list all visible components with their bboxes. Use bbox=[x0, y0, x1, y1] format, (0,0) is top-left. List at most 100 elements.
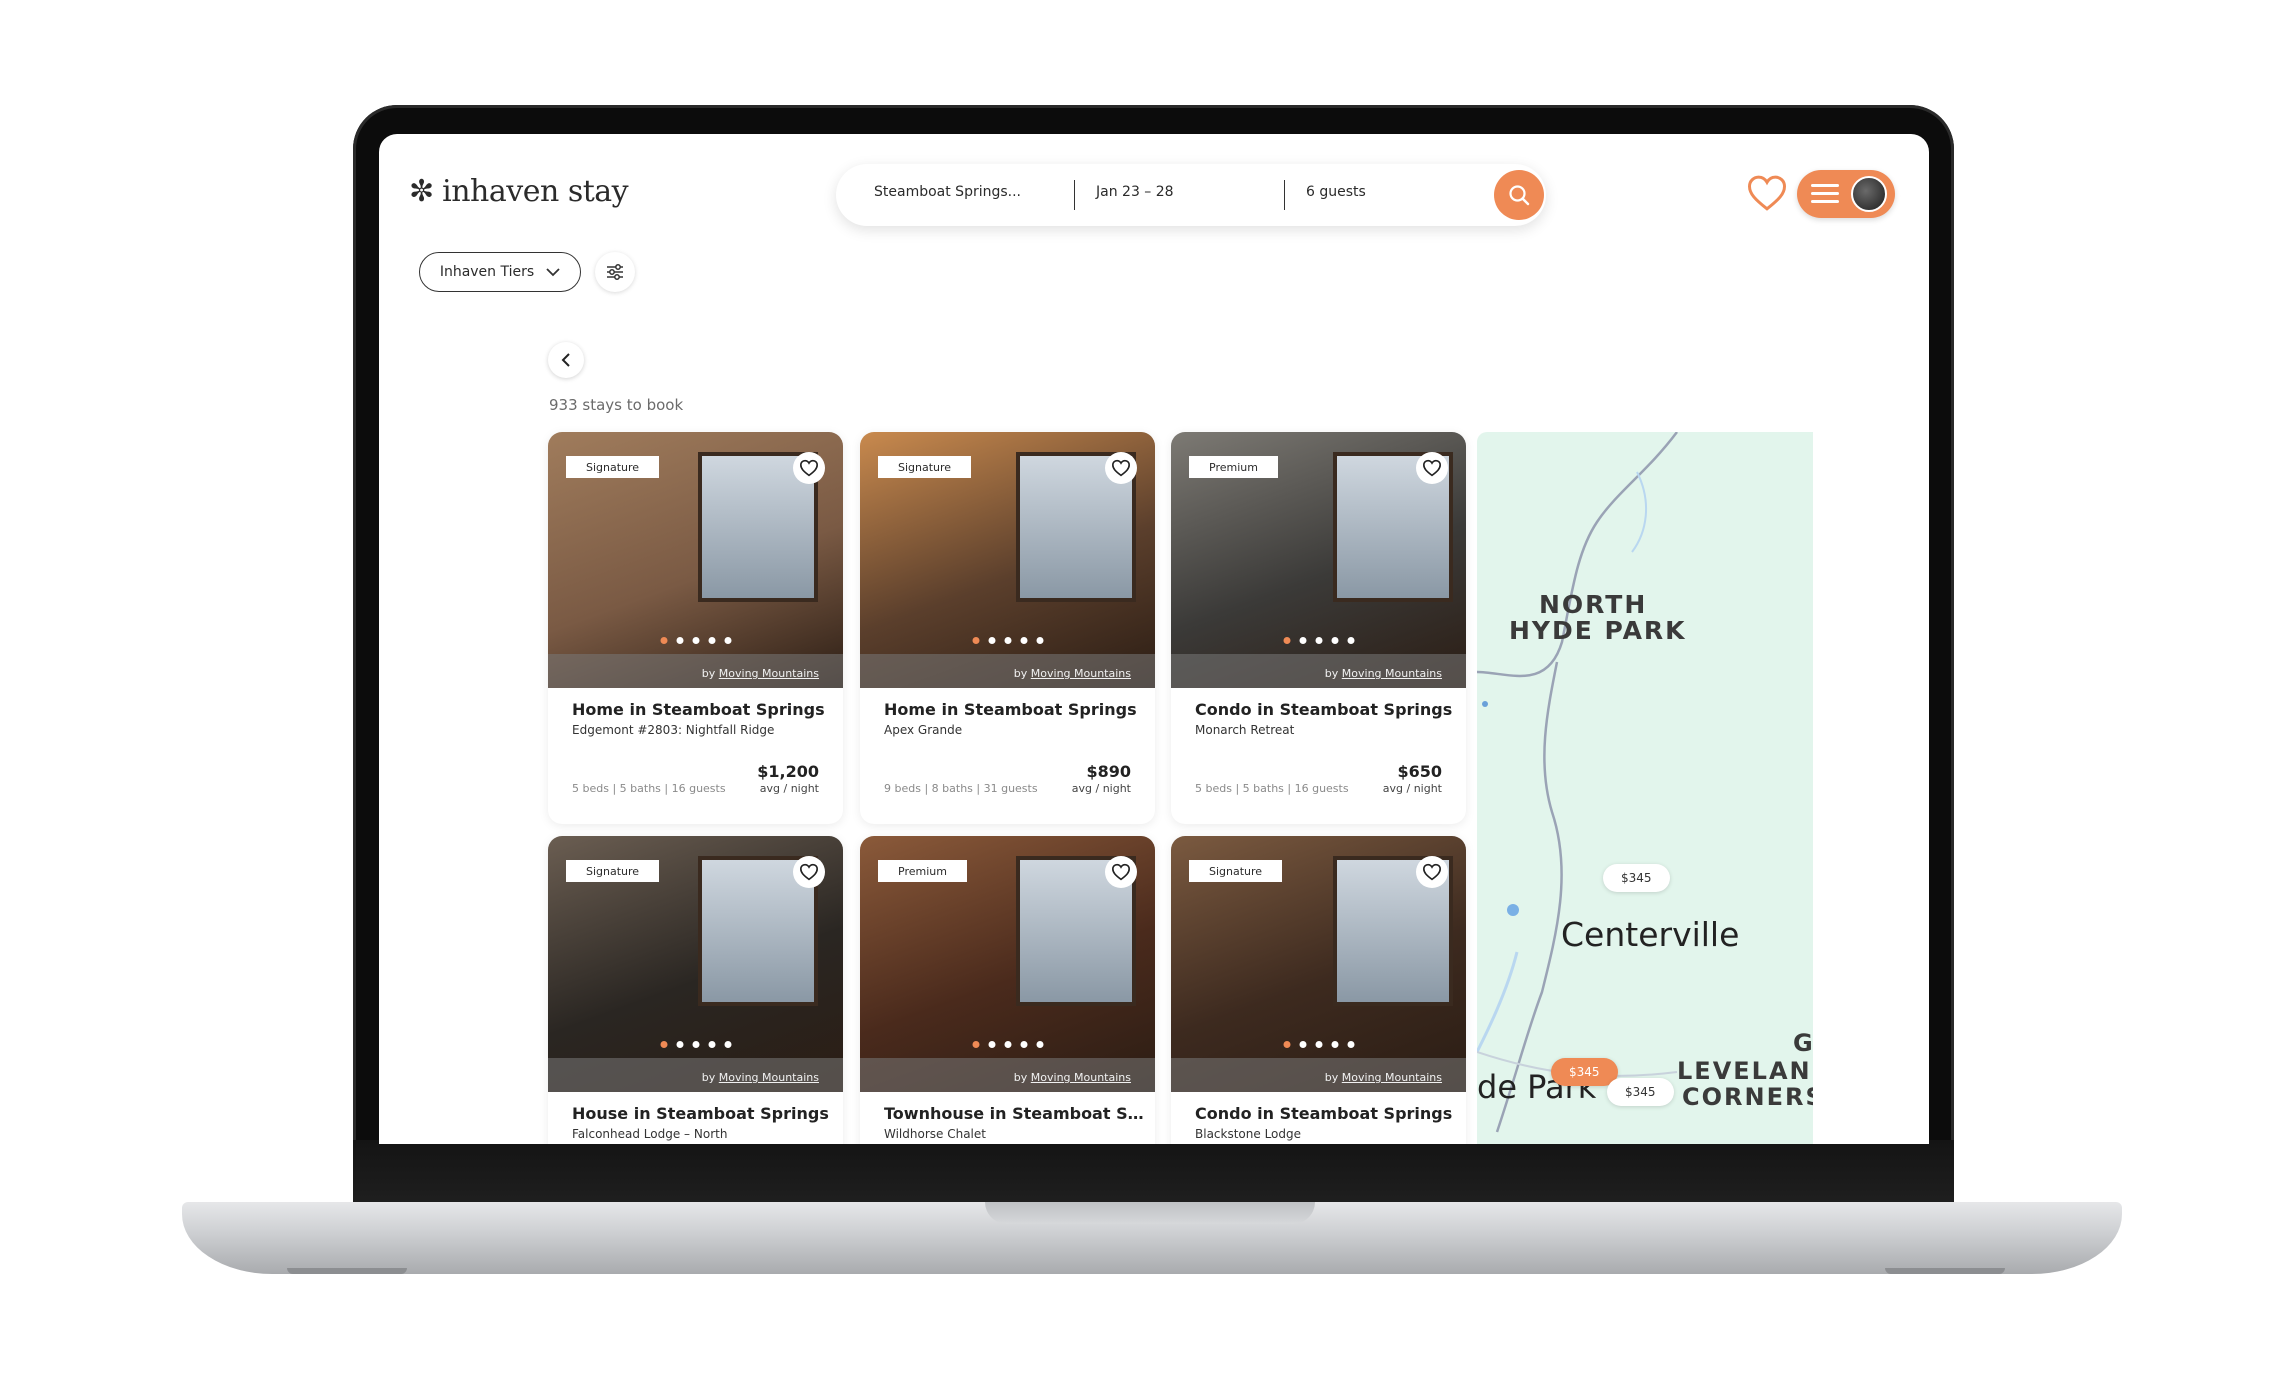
search-guests[interactable]: 6 guests bbox=[1306, 184, 1366, 200]
carousel-dot[interactable] bbox=[1004, 1041, 1011, 1048]
map-label: G bbox=[1793, 1029, 1813, 1057]
carousel-dot[interactable] bbox=[988, 637, 995, 644]
carousel-dot[interactable] bbox=[1020, 1041, 1027, 1048]
save-listing-button[interactable] bbox=[1105, 452, 1137, 484]
tier-badge: Signature bbox=[566, 860, 660, 882]
listing-subtitle: Falconhead Lodge – North bbox=[572, 1127, 728, 1141]
listing-title[interactable]: Home in Steamboat Springs bbox=[572, 700, 832, 719]
listing-title[interactable]: Townhouse in Steamboat Spri... bbox=[884, 1104, 1144, 1123]
listing-subtitle: Blackstone Lodge bbox=[1195, 1127, 1302, 1141]
carousel-dot[interactable] bbox=[708, 1041, 715, 1048]
carousel-dot[interactable] bbox=[724, 637, 731, 644]
carousel-dots[interactable] bbox=[972, 1041, 1043, 1048]
listing-subtitle: Edgemont #2803: Nightfall Ridge bbox=[572, 723, 775, 737]
sliders-icon bbox=[607, 264, 623, 280]
laptop-bezel-bottom bbox=[353, 1140, 1954, 1205]
listing-card[interactable]: by Moving Mountains Signature Condo in S… bbox=[1171, 836, 1466, 1144]
carousel-dot[interactable] bbox=[724, 1041, 731, 1048]
map-price-pin[interactable]: $345 bbox=[1603, 864, 1670, 892]
carousel-dot[interactable] bbox=[988, 1041, 995, 1048]
photo-credit: by Moving Mountains bbox=[1324, 667, 1442, 680]
hamburger-icon bbox=[1811, 184, 1839, 204]
listing-subtitle: Wildhorse Chalet bbox=[884, 1127, 986, 1141]
carousel-dot[interactable] bbox=[692, 637, 699, 644]
carousel-dot[interactable] bbox=[692, 1041, 699, 1048]
listing-card[interactable]: by Moving Mountains Premium Townhouse in… bbox=[860, 836, 1155, 1144]
heart-icon bbox=[799, 863, 819, 881]
save-listing-button[interactable] bbox=[793, 452, 825, 484]
carousel-dot[interactable] bbox=[1036, 637, 1043, 644]
chevron-down-icon bbox=[546, 268, 560, 277]
listing-price: $1,200 bbox=[757, 762, 819, 781]
listing-title[interactable]: Home in Steamboat Springs bbox=[884, 700, 1144, 719]
avatar bbox=[1851, 176, 1887, 212]
listing-subtitle: Monarch Retreat bbox=[1195, 723, 1295, 737]
listing-price-unit: avg / night bbox=[1071, 782, 1131, 795]
carousel-dot[interactable] bbox=[1315, 1041, 1322, 1048]
account-menu-button[interactable] bbox=[1797, 170, 1895, 218]
carousel-dot[interactable] bbox=[1283, 1041, 1290, 1048]
tier-badge: Signature bbox=[1189, 860, 1283, 882]
search-button[interactable] bbox=[1494, 170, 1544, 220]
listing-title[interactable]: Condo in Steamboat Springs bbox=[1195, 700, 1455, 719]
carousel-dot[interactable] bbox=[1331, 637, 1338, 644]
carousel-dots[interactable] bbox=[1283, 1041, 1354, 1048]
tier-badge: Premium bbox=[878, 860, 967, 882]
filters-button[interactable] bbox=[595, 252, 635, 292]
map-price-pin[interactable]: $345 bbox=[1607, 1078, 1674, 1106]
save-listing-button[interactable] bbox=[793, 856, 825, 888]
search-location[interactable]: Steamboat Springs... bbox=[874, 184, 1021, 200]
tier-badge: Signature bbox=[878, 456, 972, 478]
search-dates[interactable]: Jan 23 – 28 bbox=[1096, 184, 1174, 200]
search-divider bbox=[1284, 180, 1285, 210]
logo-mark-icon: ✼ bbox=[409, 174, 435, 209]
save-listing-button[interactable] bbox=[1416, 452, 1448, 484]
brand-logo[interactable]: ✼ inhaven stay bbox=[409, 174, 629, 209]
listing-title[interactable]: House in Steamboat Springs bbox=[572, 1104, 832, 1123]
back-button[interactable] bbox=[548, 342, 584, 378]
carousel-dot[interactable] bbox=[676, 637, 683, 644]
photo-credit: by Moving Mountains bbox=[701, 667, 819, 680]
carousel-dot[interactable] bbox=[1315, 637, 1322, 644]
map-label: LEVELAN bbox=[1677, 1057, 1812, 1085]
save-listing-button[interactable] bbox=[1416, 856, 1448, 888]
carousel-dots[interactable] bbox=[972, 637, 1043, 644]
heart-icon bbox=[1111, 863, 1131, 881]
chevron-left-icon bbox=[561, 353, 570, 367]
carousel-dot[interactable] bbox=[1036, 1041, 1043, 1048]
listing-card[interactable]: by Moving Mountains Signature House in S… bbox=[548, 836, 843, 1144]
save-listing-button[interactable] bbox=[1105, 856, 1137, 888]
listing-title[interactable]: Condo in Steamboat Springs bbox=[1195, 1104, 1455, 1123]
map-panel[interactable]: NORTH HYDE PARK Centerville G LEVELAN CO… bbox=[1477, 432, 1813, 1144]
carousel-dot[interactable] bbox=[708, 637, 715, 644]
carousel-dots[interactable] bbox=[660, 1041, 731, 1048]
heart-icon bbox=[1111, 459, 1131, 477]
carousel-dot[interactable] bbox=[660, 637, 667, 644]
listing-card[interactable]: by Moving Mountains Signature Home in St… bbox=[548, 432, 843, 824]
carousel-dot[interactable] bbox=[972, 1041, 979, 1048]
carousel-dot[interactable] bbox=[1299, 1041, 1306, 1048]
search-bar[interactable]: Steamboat Springs... Jan 23 – 28 6 guest… bbox=[836, 164, 1546, 226]
carousel-dot[interactable] bbox=[1347, 1041, 1354, 1048]
carousel-dot[interactable] bbox=[1299, 637, 1306, 644]
map-label: HYDE PARK bbox=[1509, 616, 1687, 645]
carousel-dot[interactable] bbox=[676, 1041, 683, 1048]
carousel-dot[interactable] bbox=[1020, 637, 1027, 644]
carousel-dot[interactable] bbox=[972, 637, 979, 644]
carousel-dots[interactable] bbox=[1283, 637, 1354, 644]
carousel-dot[interactable] bbox=[1283, 637, 1290, 644]
carousel-dot[interactable] bbox=[1331, 1041, 1338, 1048]
tier-badge: Premium bbox=[1189, 456, 1278, 478]
map-label: Centerville bbox=[1561, 915, 1740, 954]
photo-credit: by Moving Mountains bbox=[1013, 1071, 1131, 1084]
carousel-dots[interactable] bbox=[660, 637, 731, 644]
carousel-dot[interactable] bbox=[660, 1041, 667, 1048]
tiers-dropdown[interactable]: Inhaven Tiers bbox=[419, 252, 581, 292]
listing-price: $650 bbox=[1397, 762, 1442, 781]
listing-card[interactable]: by Moving Mountains Signature Home in St… bbox=[860, 432, 1155, 824]
favorites-heart-icon[interactable] bbox=[1747, 174, 1787, 212]
carousel-dot[interactable] bbox=[1004, 637, 1011, 644]
carousel-dot[interactable] bbox=[1347, 637, 1354, 644]
map-price-pin-selected[interactable]: $345 bbox=[1551, 1058, 1618, 1086]
listing-card[interactable]: by Moving Mountains Premium Condo in Ste… bbox=[1171, 432, 1466, 824]
